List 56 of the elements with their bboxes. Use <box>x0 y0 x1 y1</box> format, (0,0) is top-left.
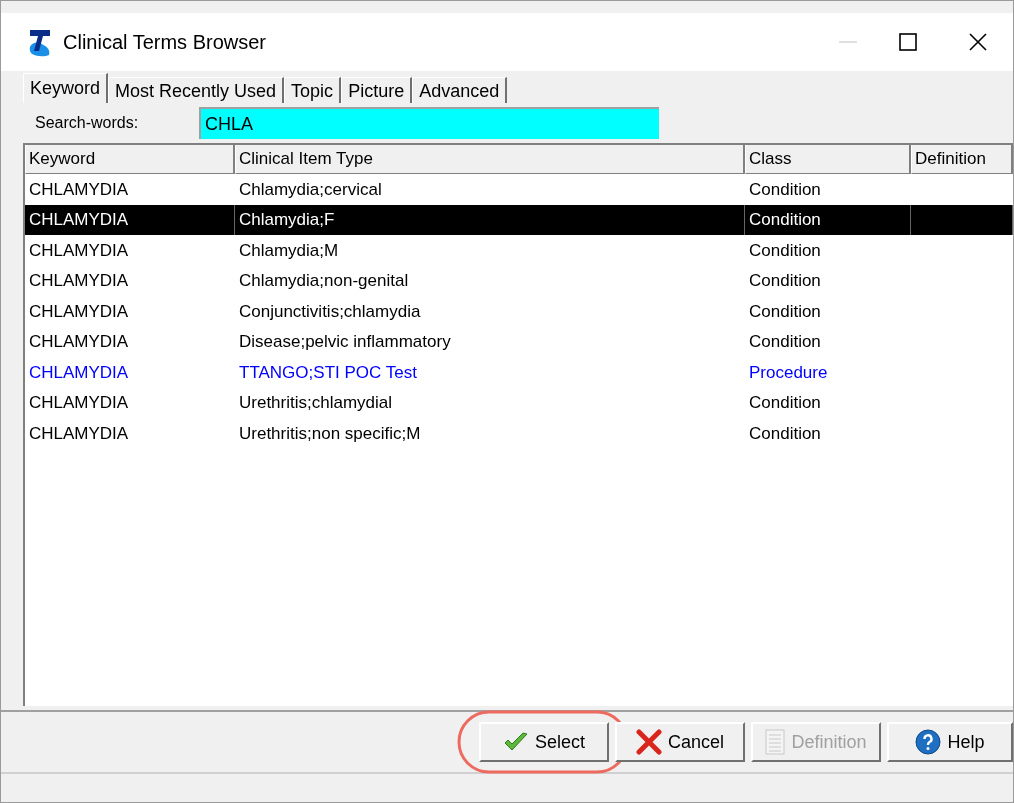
tab[interactable]: Topic <box>284 77 342 103</box>
column-header[interactable]: Class <box>745 145 911 174</box>
table-cell-text: Condition <box>749 331 821 353</box>
table-cell-text: Disease;pelvic inflammatory <box>239 331 451 353</box>
table-cell-text: CHLAMYDIA <box>29 331 129 353</box>
table-row[interactable]: CHLAMYDIA Conjunctivitis;chlamydia Condition <box>25 296 1013 327</box>
table-cell-text: CHLAMYDIA <box>29 178 129 201</box>
document-icon <box>765 729 786 755</box>
table-cell-text: Condition <box>749 422 821 445</box>
table-row[interactable]: CHLAMYDIA Chlamydia;cervical Condition <box>25 174 1013 205</box>
table-cell-text: CHLAMYDIA <box>29 422 129 445</box>
window-title: Clinical Terms Browser <box>63 30 266 55</box>
table-row[interactable]: CHLAMYDIA Chlamydia;F Condition <box>25 204 1013 235</box>
table-row[interactable]: CHLAMYDIA Chlamydia;non-genital Condition <box>25 265 1013 296</box>
search-label: Search-words: <box>35 113 140 133</box>
table-cell-text: Chlamydia;F <box>239 209 335 231</box>
table-cell-text: Condition <box>749 239 821 262</box>
table-row[interactable]: CHLAMYDIA Urethritis;chlamydial Condition <box>25 387 1013 418</box>
dialog-button[interactable]: Select <box>479 722 609 762</box>
table-cell-text: Chlamydia;M <box>239 239 339 262</box>
check-icon <box>503 731 529 753</box>
tab[interactable]: Keyword <box>23 73 109 103</box>
table-row[interactable]: CHLAMYDIA Chlamydia;M Condition <box>25 235 1013 266</box>
table-cell-text: CHLAMYDIA <box>29 209 129 231</box>
table-row[interactable]: CHLAMYDIA Disease;pelvic inflammatory Condition <box>25 326 1013 357</box>
app-logo-icon <box>27 27 53 57</box>
tab[interactable]: Most Recently Used <box>108 77 285 103</box>
table-cell-text: Conjunctivitis;chlamydia <box>239 300 421 323</box>
table-cell-text: Condition <box>749 270 821 292</box>
tab[interactable]: Advanced <box>412 77 508 103</box>
table-cell-text: CHLAMYDIA <box>29 239 129 262</box>
column-header[interactable]: Definition <box>911 145 1013 174</box>
table-cell-text: CHLAMYDIA <box>29 300 129 323</box>
table-cell-text: Procedure <box>749 361 828 384</box>
table-cell-text: Urethritis;non specific;M <box>239 422 421 445</box>
table-cell-text: Urethritis;chlamydial <box>239 392 393 414</box>
search-field[interactable]: CHLA <box>199 107 659 139</box>
table-cell-text: TTANGO;STI POC Test <box>239 361 417 384</box>
table-cell-text: Condition <box>749 209 821 231</box>
table-cell-text: Condition <box>749 392 821 414</box>
table-cell-text: CHLAMYDIA <box>29 270 129 292</box>
help-icon <box>915 729 942 755</box>
close-icon <box>636 729 662 755</box>
dialog-button[interactable]: Cancel <box>615 722 745 762</box>
table-cell-text: Condition <box>749 178 821 201</box>
dialog-button[interactable]: Help <box>887 722 1013 762</box>
table-row[interactable]: CHLAMYDIA TTANGO;STI POC Test Procedure <box>25 357 1013 388</box>
table-cell-text: Chlamydia;cervical <box>239 178 382 201</box>
table-cell-text: CHLAMYDIA <box>29 361 129 384</box>
tab[interactable]: Picture <box>341 77 413 103</box>
column-header[interactable]: Keyword <box>25 145 235 174</box>
table-cell-text: Chlamydia;non-genital <box>239 270 409 292</box>
table-cell-text: CHLAMYDIA <box>29 392 129 414</box>
column-header[interactable]: Clinical Item Type <box>235 145 745 174</box>
table-cell-text: Condition <box>749 300 821 323</box>
table-row[interactable]: CHLAMYDIA Urethritis;non specific;M Condition <box>25 418 1013 449</box>
